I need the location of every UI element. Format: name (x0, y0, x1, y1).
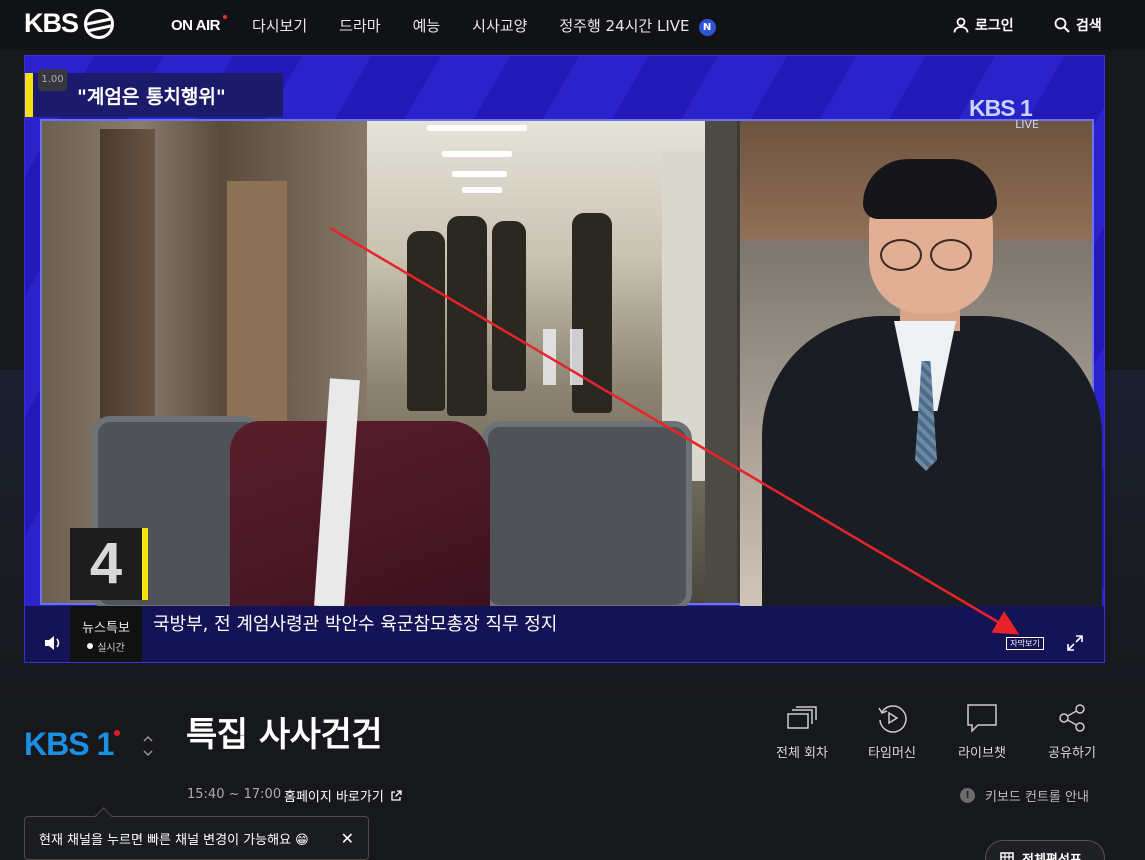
nav-item-24h-live[interactable]: 정주행 24시간 LIVE N (559, 15, 716, 36)
playback-speed-badge[interactable]: 1.00 (38, 69, 67, 91)
live-dot-icon (87, 643, 94, 649)
channel-switcher[interactable] (143, 736, 153, 756)
chair-shape (482, 421, 692, 611)
realtime-indicator: 실시간 (87, 639, 125, 654)
nav-item-replay[interactable]: 다시보기 (252, 15, 307, 36)
search-label: 검색 (1076, 18, 1102, 34)
soldier-figure (447, 216, 487, 416)
ceiling-light (427, 125, 527, 131)
nav-item-entertainment[interactable]: 예능 (413, 15, 441, 36)
nav-item-current-affairs[interactable]: 시사교양 (472, 15, 527, 36)
homepage-link[interactable]: 홈페이지 바로가기 (284, 786, 402, 805)
main-nav: ON AIR 다시보기 드라마 예능 시사교양 정주행 24시간 LIVE N (171, 0, 748, 50)
nav-label: ON AIR (171, 16, 220, 34)
full-schedule-button[interactable]: 전체편성표 (985, 840, 1105, 860)
channel-tip-toast: 현재 채널을 누르면 빠른 채널 변경이 가능해요 😁 ✕ (24, 816, 369, 860)
search-button[interactable]: 검색 (1054, 15, 1102, 35)
all-episodes-label: 전체 회차 (776, 746, 828, 761)
top-navigation-bar: KBS ON AIR 다시보기 드라마 예능 시사교양 정주행 24시간 LIV… (0, 0, 1145, 50)
login-button[interactable]: 로그인 (953, 15, 1014, 35)
ceiling-light (452, 171, 507, 177)
chevron-up-icon[interactable] (143, 736, 153, 742)
nav-label: 정주행 24시간 LIVE (559, 16, 690, 35)
anchor-hair (863, 159, 997, 219)
glasses-lens (930, 239, 972, 271)
user-icon (953, 17, 969, 33)
keyboard-guide-label: 키보드 컨트롤 안내 (985, 790, 1089, 805)
channel-watermark: KBS 1 LIVE (969, 96, 1053, 132)
homepage-link-label: 홈페이지 바로가기 (284, 790, 384, 805)
timemachine-label: 타임머신 (868, 746, 916, 761)
channel-live-label: LIVE (1015, 118, 1039, 131)
video-player[interactable]: "계엄은 통치행위" 1.00 KBS 1 LIVE 4 뉴스특보 실시간 국방… (24, 55, 1105, 663)
keyboard-guide-link[interactable]: ! 키보드 컨트롤 안내 (960, 786, 1089, 805)
soldier-figure (407, 231, 445, 411)
info-icon: ! (960, 788, 975, 803)
door-frame (705, 121, 737, 603)
timemachine-button[interactable]: 타임머신 (857, 702, 927, 761)
program-channel-logo: KBS 1 (24, 726, 121, 763)
login-label: 로그인 (975, 18, 1014, 34)
all-episodes-button[interactable]: 전체 회차 (767, 702, 837, 761)
live-dot-icon (222, 14, 227, 19)
ceiling-light (442, 151, 512, 157)
ceiling-light (462, 187, 502, 193)
pause-button[interactable] (543, 329, 585, 385)
logo-text: KBS (24, 8, 79, 38)
search-icon (1054, 17, 1070, 33)
timemachine-icon (878, 705, 907, 733)
toast-message: 현재 채널을 누르면 빠른 채널 변경이 가능해요 😁 (39, 832, 309, 848)
share-icon (1059, 704, 1085, 732)
soldier-figure (492, 221, 526, 391)
robe-shape (230, 421, 490, 611)
chat-icon (967, 704, 997, 733)
program-channel-logo-text: KBS 1 (24, 726, 114, 762)
fullscreen-icon[interactable] (1066, 634, 1084, 652)
full-schedule-label: 전체편성표 (1022, 852, 1082, 860)
news-ticker: 뉴스특보 실시간 국방부, 전 계엄사령관 박안수 육군참모총장 직무 정지 (25, 606, 1104, 662)
share-button[interactable]: 공유하기 (1037, 702, 1107, 761)
external-link-icon (391, 789, 402, 801)
globe-icon (84, 8, 115, 39)
news-label: 뉴스특보 (82, 620, 130, 636)
glasses-lens (880, 239, 922, 271)
nav-item-onair[interactable]: ON AIR (171, 14, 227, 34)
nav-item-drama[interactable]: 드라마 (339, 15, 380, 36)
program-title: 특집 사사건건 (186, 715, 383, 755)
logo-red-dot (114, 729, 121, 736)
news-label-box: 뉴스특보 실시간 (70, 606, 142, 662)
share-label: 공유하기 (1048, 746, 1096, 761)
channel-watermark-text: KBS 1 (969, 95, 1033, 121)
program-time: 15:40 ~ 17:00 (187, 787, 282, 802)
volume-icon[interactable] (43, 634, 65, 652)
news-headline: "계엄은 통치행위" (77, 85, 226, 108)
chevron-down-icon[interactable] (143, 750, 153, 756)
caption-button[interactable]: 자막보기 (1006, 637, 1044, 650)
new-badge: N (698, 18, 716, 36)
close-icon[interactable]: ✕ (341, 829, 354, 848)
realtime-label: 실시간 (97, 642, 125, 654)
ticker-text: 국방부, 전 계엄사령관 박안수 육군참모총장 직무 정지 (153, 614, 558, 635)
pause-icon-bar (570, 329, 583, 385)
episodes-icon (787, 706, 817, 729)
livechat-button[interactable]: 라이브챗 (947, 702, 1017, 761)
calendar-icon (1000, 852, 1014, 860)
livechat-label: 라이브챗 (958, 746, 1006, 761)
kbs-logo[interactable]: KBS (24, 8, 115, 39)
pause-icon-bar (543, 329, 556, 385)
channel-number: 4 (70, 528, 148, 600)
